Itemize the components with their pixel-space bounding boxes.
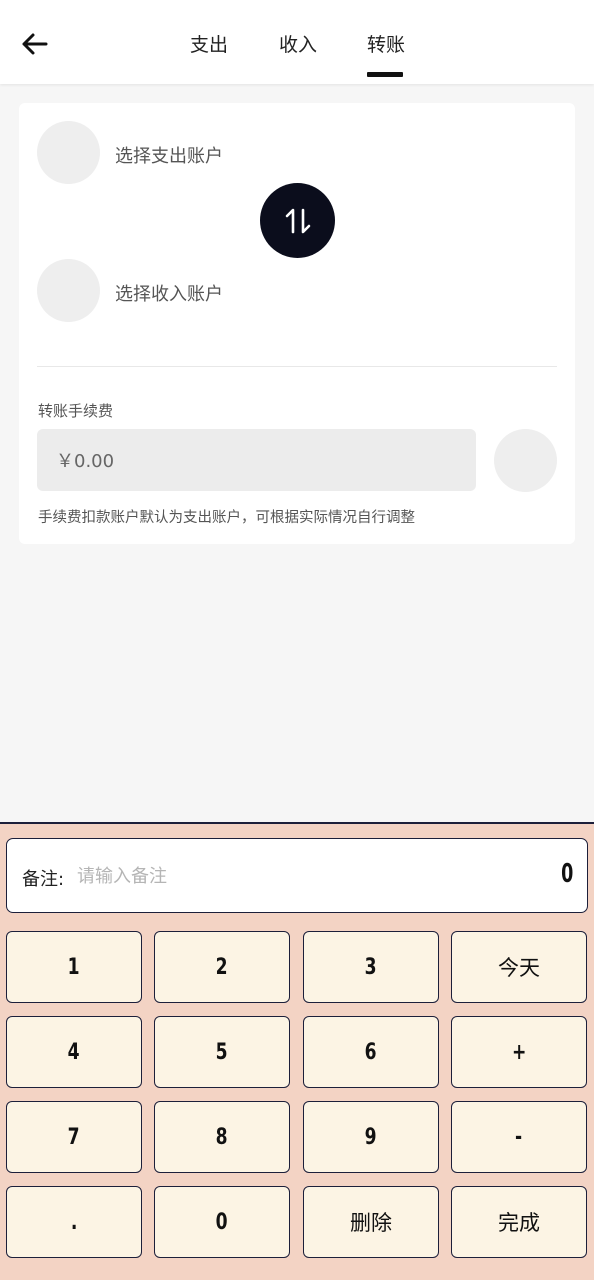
key-3[interactable]: 3: [303, 931, 439, 1003]
key-1[interactable]: 1: [6, 931, 142, 1003]
to-account-avatar[interactable]: [37, 259, 100, 322]
key-6[interactable]: 6: [303, 1016, 439, 1088]
tab-transfer[interactable]: 转账: [367, 30, 405, 62]
from-account-avatar[interactable]: [37, 121, 100, 184]
key-4[interactable]: 4: [6, 1016, 142, 1088]
key-delete[interactable]: 删除: [303, 1186, 439, 1258]
swap-vertical-icon: [285, 208, 310, 233]
amount-display: 0: [560, 859, 573, 889]
note-bar: 备注: 0: [6, 838, 588, 913]
key-8[interactable]: 8: [154, 1101, 290, 1173]
to-account-select[interactable]: 选择收入账户: [115, 280, 223, 306]
fee-label: 转账手续费: [38, 402, 114, 420]
fee-hint: 手续费扣款账户默认为支出账户，可根据实际情况自行调整: [38, 510, 415, 526]
key-done[interactable]: 完成: [451, 1186, 587, 1258]
note-input[interactable]: [77, 859, 477, 893]
arrow-left-icon: [22, 33, 48, 55]
swap-accounts-button[interactable]: [260, 183, 335, 258]
note-label: 备注:: [22, 869, 65, 890]
key-2[interactable]: 2: [154, 931, 290, 1003]
keypad-panel: 备注: 0 1 2 3 今天 4 5 6 + 7 8 9 - . 0 删除 完成: [0, 822, 594, 1280]
tab-income[interactable]: 收入: [279, 30, 317, 62]
fee-account-avatar[interactable]: [494, 429, 557, 492]
active-tab-indicator: [367, 72, 403, 77]
key-minus[interactable]: -: [451, 1101, 587, 1173]
from-account-select[interactable]: 选择支出账户: [115, 142, 223, 168]
fee-input[interactable]: ￥0.00: [37, 429, 476, 491]
key-0[interactable]: 0: [154, 1186, 290, 1258]
key-9[interactable]: 9: [303, 1101, 439, 1173]
key-decimal[interactable]: .: [6, 1186, 142, 1258]
back-button[interactable]: [18, 30, 50, 58]
key-today[interactable]: 今天: [451, 931, 587, 1003]
top-bar: 支出 收入 转账: [0, 0, 594, 84]
transfer-card: 选择支出账户 选择收入账户 转账手续费 ￥0.00 手续费扣款账户默认为支出账户…: [19, 103, 575, 544]
key-plus[interactable]: +: [451, 1016, 587, 1088]
tab-expense[interactable]: 支出: [190, 30, 228, 62]
divider: [37, 366, 557, 367]
key-5[interactable]: 5: [154, 1016, 290, 1088]
key-7[interactable]: 7: [6, 1101, 142, 1173]
